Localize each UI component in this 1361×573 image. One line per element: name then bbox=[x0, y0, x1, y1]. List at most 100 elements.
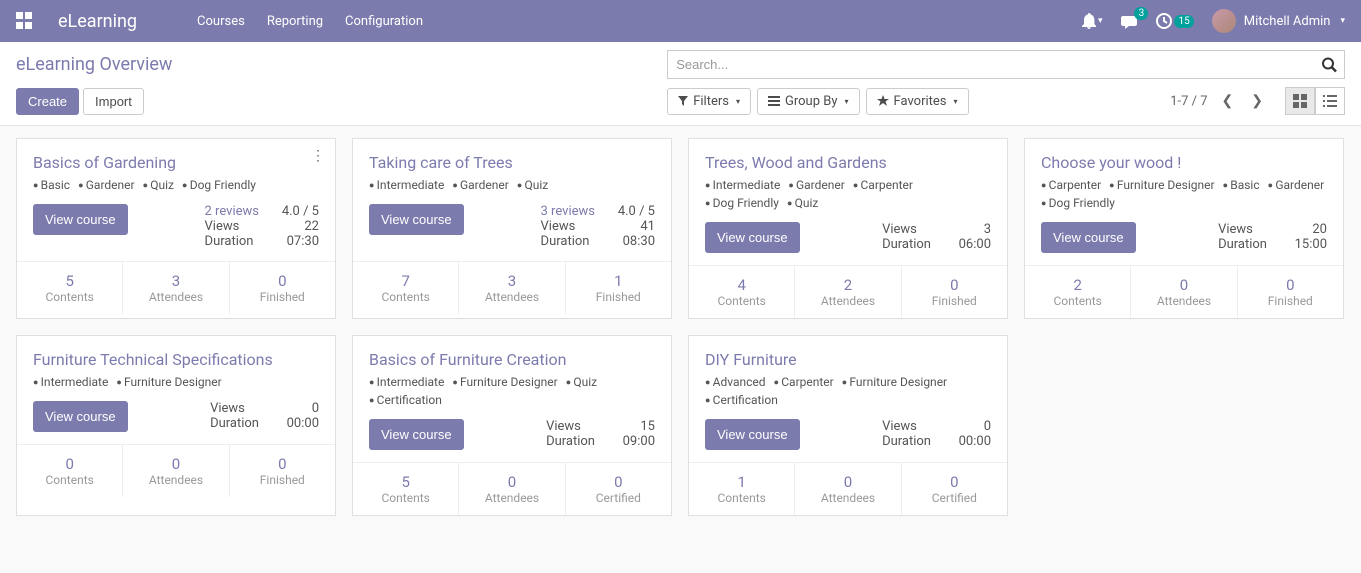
course-title[interactable]: Basics of Gardening bbox=[33, 153, 319, 172]
view-course-button[interactable]: View course bbox=[33, 204, 128, 235]
course-tag: Carpenter bbox=[1041, 178, 1101, 192]
stat-cell[interactable]: 0 Attendees bbox=[795, 463, 901, 515]
pager: 1-7 / 7 ❮ ❯ bbox=[1170, 93, 1267, 109]
duration-value: 06:00 bbox=[951, 237, 991, 252]
view-course-button[interactable]: View course bbox=[33, 401, 128, 432]
course-tag: Basic bbox=[33, 178, 70, 192]
search-icon[interactable] bbox=[1322, 57, 1337, 72]
card-menu-icon[interactable]: ⋮ bbox=[311, 149, 325, 163]
course-title[interactable]: Basics of Furniture Creation bbox=[369, 350, 655, 369]
reviews-link[interactable]: 3 reviews bbox=[541, 204, 595, 219]
stat-cell[interactable]: 0 Certified bbox=[566, 463, 671, 515]
nav-item-reporting[interactable]: Reporting bbox=[267, 14, 323, 29]
views-label: Views bbox=[541, 219, 576, 234]
course-title[interactable]: DIY Furniture bbox=[705, 350, 991, 369]
navbar: eLearning Courses Reporting Configuratio… bbox=[0, 0, 1361, 42]
stat-label: Finished bbox=[906, 294, 1003, 308]
views-value: 0 bbox=[279, 401, 319, 416]
user-menu[interactable]: Mitchell Admin ▾ bbox=[1212, 9, 1345, 33]
card-footer: 2 Contents 0 Attendees 0 Finished bbox=[1025, 265, 1343, 318]
stat-cell[interactable]: 5 Contents bbox=[353, 463, 459, 515]
create-button[interactable]: Create bbox=[16, 88, 79, 115]
filters-dropdown[interactable]: Filters ▾ bbox=[667, 88, 751, 115]
course-card[interactable]: Choose your wood ! CarpenterFurniture De… bbox=[1024, 138, 1344, 319]
stat-cell[interactable]: 1 Finished bbox=[566, 262, 671, 314]
stat-cell[interactable]: 0 Certified bbox=[902, 463, 1007, 515]
stat-cell[interactable]: 0 Finished bbox=[1238, 266, 1343, 318]
notifications-icon[interactable]: ▾ bbox=[1082, 13, 1103, 29]
stat-cell[interactable]: 3 Attendees bbox=[459, 262, 565, 314]
pager-range[interactable]: 1-7 / 7 bbox=[1170, 94, 1207, 109]
kanban-view-button[interactable] bbox=[1285, 87, 1315, 115]
course-title[interactable]: Furniture Technical Specifications bbox=[33, 350, 319, 369]
card-footer: 1 Contents 0 Attendees 0 Certified bbox=[689, 462, 1007, 515]
nav-item-configuration[interactable]: Configuration bbox=[345, 14, 423, 29]
course-card[interactable]: DIY Furniture AdvancedCarpenterFurniture… bbox=[688, 335, 1008, 516]
reviews-link[interactable]: 2 reviews bbox=[205, 204, 259, 219]
stat-cell[interactable]: 5 Contents bbox=[17, 262, 123, 314]
duration-label: Duration bbox=[546, 434, 595, 449]
stat-cell[interactable]: 0 Attendees bbox=[1131, 266, 1237, 318]
groupby-dropdown[interactable]: Group By ▾ bbox=[757, 88, 860, 115]
course-tag: Certification bbox=[369, 393, 442, 407]
view-switcher bbox=[1285, 87, 1345, 115]
rating-value: 4.0 / 5 bbox=[615, 204, 655, 219]
stat-cell[interactable]: 0 Attendees bbox=[459, 463, 565, 515]
stat-label: Attendees bbox=[127, 473, 224, 487]
stat-number: 5 bbox=[357, 473, 454, 491]
stat-label: Finished bbox=[570, 290, 667, 304]
stat-cell[interactable]: 3 Attendees bbox=[123, 262, 229, 314]
list-view-button[interactable] bbox=[1315, 87, 1345, 115]
course-title[interactable]: Choose your wood ! bbox=[1041, 153, 1327, 172]
views-value: 0 bbox=[951, 419, 991, 434]
stat-cell[interactable]: 7 Contents bbox=[353, 262, 459, 314]
course-title[interactable]: Taking care of Trees bbox=[369, 153, 655, 172]
messages-icon[interactable]: 3 bbox=[1120, 13, 1138, 29]
search-input[interactable] bbox=[667, 50, 1345, 79]
apps-icon[interactable] bbox=[16, 12, 34, 30]
view-course-button[interactable]: View course bbox=[1041, 222, 1136, 253]
course-stats: Views20Duration15:00 bbox=[1218, 222, 1327, 252]
favorites-dropdown[interactable]: Favorites ▾ bbox=[866, 88, 969, 115]
course-card[interactable]: ⋮ Basics of Gardening BasicGardenerQuizD… bbox=[16, 138, 336, 319]
import-button[interactable]: Import bbox=[83, 88, 144, 115]
views-label: Views bbox=[882, 222, 917, 237]
filters-label: Filters bbox=[693, 94, 729, 109]
stat-cell[interactable]: 2 Contents bbox=[1025, 266, 1131, 318]
clock-icon[interactable]: 15 bbox=[1156, 13, 1193, 29]
view-course-button[interactable]: View course bbox=[369, 204, 464, 235]
list-icon bbox=[768, 96, 780, 106]
stat-cell[interactable]: 0 Finished bbox=[902, 266, 1007, 318]
course-card[interactable]: Taking care of Trees IntermediateGardene… bbox=[352, 138, 672, 319]
stat-cell[interactable]: 0 Finished bbox=[230, 262, 335, 314]
stat-cell[interactable]: 1 Contents bbox=[689, 463, 795, 515]
stat-label: Contents bbox=[21, 290, 118, 304]
course-tag: Quiz bbox=[566, 375, 597, 389]
course-tag: Furniture Designer bbox=[116, 375, 221, 389]
views-label: Views bbox=[882, 419, 917, 434]
stat-cell[interactable]: 0 Finished bbox=[230, 445, 335, 497]
stat-cell[interactable]: 2 Attendees bbox=[795, 266, 901, 318]
course-stats: Views0Duration00:00 bbox=[882, 419, 991, 449]
stat-label: Contents bbox=[357, 290, 454, 304]
view-course-button[interactable]: View course bbox=[705, 222, 800, 253]
stat-cell[interactable]: 4 Contents bbox=[689, 266, 795, 318]
course-tags: IntermediateGardenerQuiz bbox=[369, 178, 655, 192]
course-card[interactable]: Trees, Wood and Gardens IntermediateGard… bbox=[688, 138, 1008, 319]
pager-next[interactable]: ❯ bbox=[1247, 93, 1267, 109]
nav-item-courses[interactable]: Courses bbox=[197, 14, 245, 29]
control-panel: eLearning Overview Create Import Filters… bbox=[0, 42, 1361, 126]
stat-number: 0 bbox=[463, 473, 560, 491]
view-course-button[interactable]: View course bbox=[705, 419, 800, 450]
course-title[interactable]: Trees, Wood and Gardens bbox=[705, 153, 991, 172]
stat-cell[interactable]: 0 Contents bbox=[17, 445, 123, 497]
stat-label: Attendees bbox=[799, 294, 896, 308]
duration-value: 00:00 bbox=[951, 434, 991, 449]
course-tag: Gardener bbox=[78, 178, 135, 192]
stat-cell[interactable]: 0 Attendees bbox=[123, 445, 229, 497]
course-card[interactable]: Basics of Furniture Creation Intermediat… bbox=[352, 335, 672, 516]
view-course-button[interactable]: View course bbox=[369, 419, 464, 450]
course-card[interactable]: Furniture Technical Specifications Inter… bbox=[16, 335, 336, 516]
navbar-right: ▾ 3 15 Mitchell Admin ▾ bbox=[1082, 9, 1345, 33]
pager-prev[interactable]: ❮ bbox=[1218, 93, 1238, 109]
